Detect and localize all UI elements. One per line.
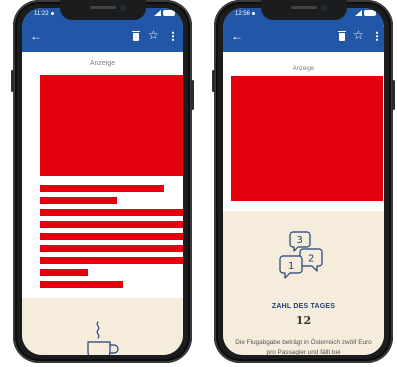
numbered-speech-bubbles-icon: 3 2 1 xyxy=(279,231,323,279)
camera-notch xyxy=(260,0,347,20)
svg-text:1: 1 xyxy=(288,261,294,272)
ad-label: Anzeige xyxy=(89,60,116,67)
more-vert-icon[interactable] xyxy=(172,31,174,41)
star-icon[interactable]: ☆ xyxy=(148,29,159,41)
trash-icon[interactable] xyxy=(338,31,346,41)
ad-image[interactable] xyxy=(231,76,383,201)
coffee-croissant-icon xyxy=(87,321,119,355)
signal-icon xyxy=(154,10,161,16)
back-arrow-icon[interactable]: ← xyxy=(30,30,42,42)
screen: 12:56 ← ☆ Anzeige 3 2 1 ZAHL DES TAGES 1… xyxy=(223,8,384,355)
feature-card xyxy=(22,298,183,355)
signal-icon xyxy=(355,10,362,16)
svg-text:2: 2 xyxy=(308,254,314,265)
battery-icon xyxy=(364,10,376,16)
trash-icon[interactable] xyxy=(132,31,140,41)
ad-text-line xyxy=(40,269,88,276)
phone-right: 12:56 ← ☆ Anzeige 3 2 1 ZAHL DES TAGES 1… xyxy=(212,0,395,363)
volume-button xyxy=(212,70,215,92)
star-icon[interactable]: ☆ xyxy=(353,29,364,41)
more-vert-icon[interactable] xyxy=(376,31,378,41)
ad-image[interactable] xyxy=(40,75,183,176)
ad-text-line xyxy=(40,197,117,204)
battery-icon xyxy=(163,10,175,16)
zahl-des-tages-card: 3 2 1 ZAHL DES TAGES 12 Die Flugabgabe b… xyxy=(223,211,384,355)
zahl-des-tages-title: ZAHL DES TAGES xyxy=(271,303,336,310)
ad-text-line xyxy=(40,209,183,216)
camera-notch xyxy=(59,0,146,20)
ad-label: Anzeige xyxy=(292,66,315,72)
fact-text: Die Flugabgabe beträgt in Österreich zwö… xyxy=(235,339,372,355)
ad-text-line xyxy=(40,185,164,192)
ad-text-line xyxy=(40,257,183,264)
status-bar-time: 11:22 xyxy=(34,11,54,17)
power-button xyxy=(191,80,194,110)
screen: 11:22 ← ☆ Anzeige xyxy=(22,8,183,355)
ad-text-line xyxy=(40,221,183,228)
phone-left: 11:22 ← ☆ Anzeige xyxy=(11,0,194,363)
back-arrow-icon[interactable]: ← xyxy=(231,30,243,42)
svg-text:3: 3 xyxy=(297,235,303,246)
status-icons xyxy=(355,10,376,16)
ad-text-line xyxy=(40,281,123,288)
zahl-des-tages-value: 12 xyxy=(295,314,312,327)
status-icons xyxy=(154,10,175,16)
ad-text-line xyxy=(40,233,183,240)
volume-button xyxy=(11,70,14,92)
power-button xyxy=(392,80,395,110)
status-bar-time: 12:56 xyxy=(235,11,256,17)
ad-text-line xyxy=(40,245,183,252)
